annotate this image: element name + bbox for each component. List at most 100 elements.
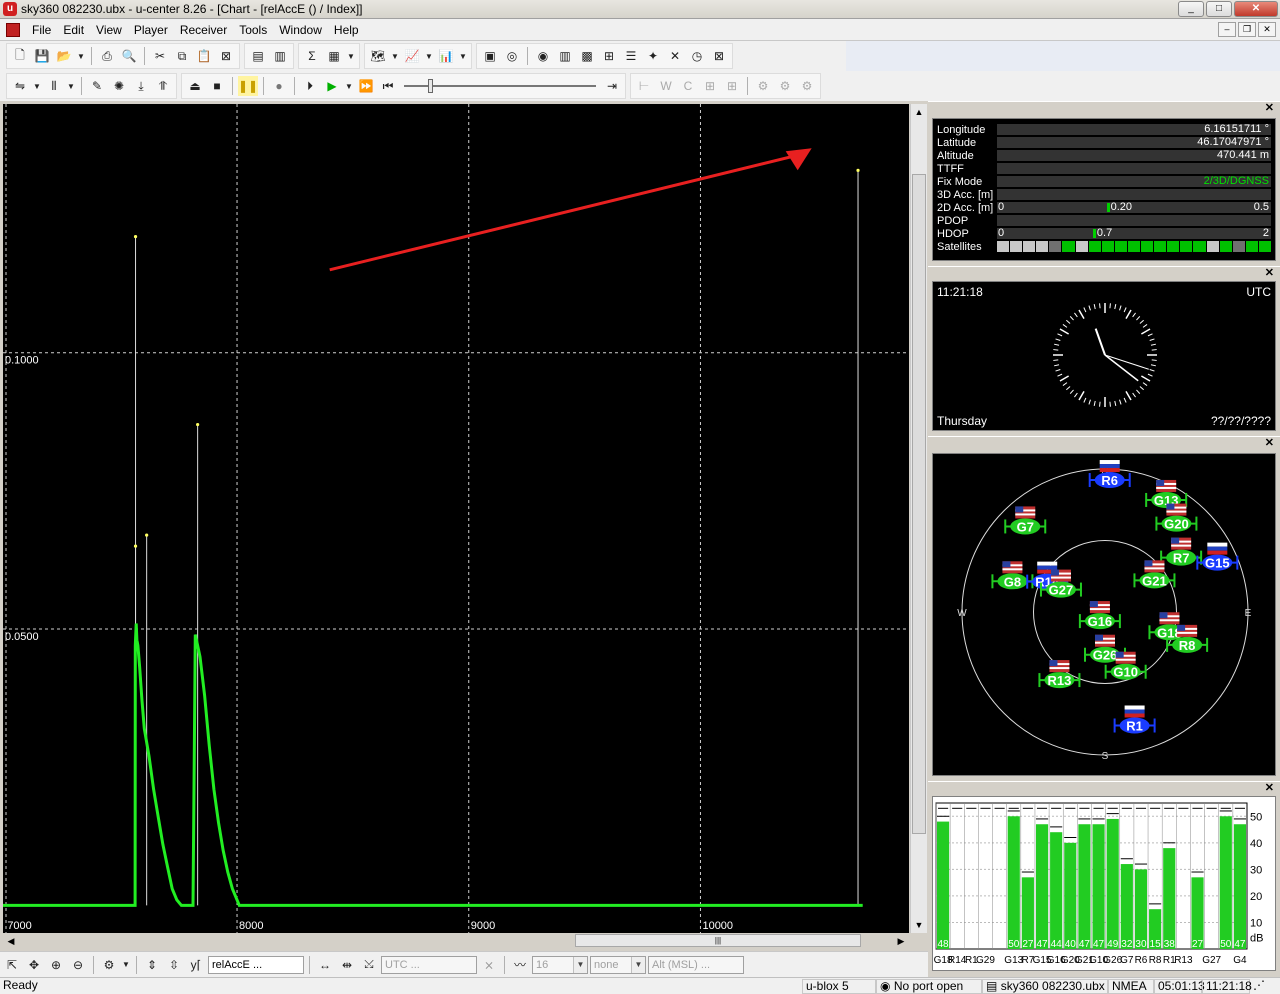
chevron-down-icon[interactable]: ▼ — [76, 46, 86, 66]
print-preview-icon[interactable]: 🔍 — [119, 46, 139, 66]
pan-icon[interactable]: ✥ — [24, 955, 44, 975]
upload-icon[interactable]: ⥣ — [153, 76, 173, 96]
satellite-marker[interactable]: R7 — [1160, 537, 1203, 566]
x-axis-icon[interactable]: ⤩ — [359, 955, 379, 975]
docking-left-icon[interactable]: ▤ — [248, 46, 268, 66]
menu-edit[interactable]: Edit — [57, 23, 90, 37]
satellite-marker[interactable]: R1 — [1113, 705, 1156, 734]
autobauding-icon[interactable]: ✎ — [87, 76, 107, 96]
satellite-marker[interactable]: G7 — [1004, 506, 1047, 535]
document-icon[interactable] — [6, 22, 20, 37]
menu-tools[interactable]: Tools — [233, 23, 273, 37]
step-icon[interactable]: ⏵ — [300, 76, 320, 96]
chart-canvas[interactable]: 0.1000 0.0500 7000 8000 9000 10000 — [3, 104, 909, 933]
app-icon[interactable]: u — [3, 2, 17, 16]
grid-icon[interactable]: ⊞ — [700, 76, 720, 96]
zoom-in-icon[interactable]: ⊕ — [46, 955, 66, 975]
maximize-button[interactable]: □ — [1206, 1, 1232, 17]
new-file-icon[interactable]: 🗋 — [10, 46, 30, 66]
menu-player[interactable]: Player — [128, 23, 174, 37]
settings-icon[interactable]: ⚙ — [797, 76, 817, 96]
menu-receiver[interactable]: Receiver — [174, 23, 233, 37]
paste-icon[interactable]: 📋 — [194, 46, 214, 66]
position-slider[interactable] — [400, 76, 600, 96]
chevron-down-icon[interactable]: ▼ — [631, 956, 645, 973]
docking-right-icon[interactable]: ▥ — [270, 46, 290, 66]
download-icon[interactable]: ⤓ — [131, 76, 151, 96]
resize-grip-icon[interactable]: ⋰ — [1250, 978, 1270, 994]
gear-icon[interactable]: ⚙ — [753, 76, 773, 96]
y-field-selector[interactable]: relAccE ... — [208, 955, 304, 974]
satellite-marker[interactable]: G16 — [1078, 601, 1121, 630]
close-icon[interactable]: ✕ — [1265, 267, 1274, 280]
debug-icon[interactable]: ✺ — [109, 76, 129, 96]
open-folder-icon[interactable]: 📂 — [54, 46, 74, 66]
gear-alt-icon[interactable]: ⚙ — [775, 76, 795, 96]
horizontal-scrollbar[interactable]: ◀ ||| ▶ — [3, 933, 909, 949]
line-style-icon[interactable]: 〰 — [510, 955, 530, 975]
minimize-button[interactable]: _ — [1178, 1, 1204, 17]
chevron-down-icon[interactable]: ▼ — [121, 955, 131, 975]
x-field-selector[interactable]: UTC ... — [381, 955, 477, 974]
table-view-icon[interactable]: ▦ — [324, 46, 344, 66]
camera-capture-icon[interactable]: ⊠ — [709, 46, 729, 66]
statistics-icon[interactable]: Σ — [302, 46, 322, 66]
x-fit-icon[interactable]: ↔ — [315, 955, 335, 975]
navigation-icon[interactable]: ✦ — [643, 46, 663, 66]
chevron-down-icon[interactable]: ▼ — [424, 46, 434, 66]
chevron-down-icon[interactable]: ▼ — [573, 956, 587, 973]
y-fit-icon[interactable]: ⇕ — [142, 955, 162, 975]
satellite-view-icon[interactable]: ▩ — [577, 46, 597, 66]
y-axis-icon[interactable]: y⌈ — [186, 955, 206, 975]
map-view-icon[interactable]: 🗺 — [368, 46, 388, 66]
close-icon[interactable]: ✕ — [1265, 437, 1274, 450]
cut-icon[interactable]: ✂ — [150, 46, 170, 66]
end-icon[interactable]: ⇥ — [602, 76, 622, 96]
close-icon[interactable]: ✕ — [1265, 782, 1274, 795]
vertical-scroll-thumb[interactable] — [912, 174, 926, 834]
baudrate-icon[interactable]: ⫴ — [44, 76, 64, 96]
tick-w-icon[interactable]: W — [656, 76, 676, 96]
menu-window[interactable]: Window — [273, 23, 328, 37]
copy-icon[interactable]: ⧉ — [172, 46, 192, 66]
rewind-icon[interactable]: ⏮ — [378, 76, 398, 96]
y-zoom-icon[interactable]: ⇳ — [164, 955, 184, 975]
chevron-down-icon[interactable]: ▼ — [458, 46, 468, 66]
pointer-icon[interactable]: ⇱ — [2, 955, 22, 975]
menu-file[interactable]: File — [26, 23, 57, 37]
tick-c-icon[interactable]: C — [678, 76, 698, 96]
mdi-close-button[interactable]: ✕ — [1258, 22, 1276, 37]
marker-select[interactable]: none ▼ — [590, 955, 646, 974]
fast-forward-icon[interactable]: ⏩ — [356, 76, 376, 96]
scroll-down-icon[interactable]: ▼ — [911, 917, 927, 933]
chart-plot[interactable]: 0.1000 0.0500 7000 8000 9000 10000 — [3, 104, 909, 933]
signal-view-icon[interactable]: ▥ — [555, 46, 575, 66]
horizontal-scroll-thumb[interactable]: ||| — [575, 934, 861, 947]
scroll-up-icon[interactable]: ▲ — [911, 104, 927, 120]
print-icon[interactable]: ⎙ — [97, 46, 117, 66]
pause-icon[interactable]: ❚❚ — [238, 76, 258, 96]
menu-help[interactable]: Help — [328, 23, 365, 37]
zoom-out-icon[interactable]: ⊖ — [68, 955, 88, 975]
chart-settings-icon[interactable]: ⚙ — [99, 955, 119, 975]
chevron-down-icon[interactable]: ▼ — [346, 46, 356, 66]
satellite-marker[interactable]: R6 — [1088, 460, 1131, 489]
point-size-select[interactable]: 16 ▼ — [532, 955, 588, 974]
stop-icon[interactable]: ■ — [207, 76, 227, 96]
histogram-icon[interactable]: 📊 — [436, 46, 456, 66]
vertical-scrollbar[interactable]: ▲ ▼ — [910, 104, 927, 933]
scroll-left-icon[interactable]: ◀ — [3, 933, 19, 949]
satellite-marker[interactable]: G21 — [1133, 560, 1176, 589]
grid-alt-icon[interactable]: ⊞ — [722, 76, 742, 96]
clock-view-icon[interactable]: ◷ — [687, 46, 707, 66]
chevron-down-icon[interactable]: ▼ — [66, 76, 76, 96]
save-icon[interactable]: 💾 — [32, 46, 52, 66]
correlator-icon[interactable]: ✕ — [665, 46, 685, 66]
close-button[interactable]: ✕ — [1234, 1, 1278, 17]
chevron-down-icon[interactable]: ▼ — [32, 76, 42, 96]
menu-view[interactable]: View — [90, 23, 128, 37]
z-field-selector[interactable]: Alt (MSL) ... — [648, 955, 744, 974]
data-view-icon[interactable]: ☰ — [621, 46, 641, 66]
mdi-restore-button[interactable]: ❐ — [1238, 22, 1256, 37]
eject-icon[interactable]: ⏏ — [185, 76, 205, 96]
